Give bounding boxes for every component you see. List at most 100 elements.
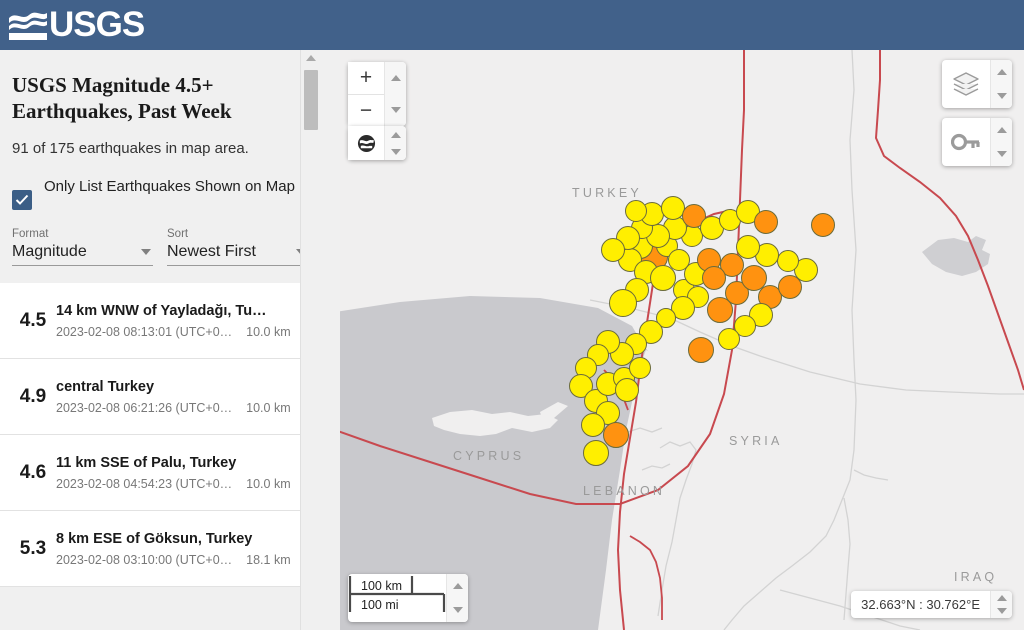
earthquake-details: 14 km WNW of Yayladağı, Tu… 2023-02-08 08…	[56, 303, 310, 339]
sort-format-controls: Format Magnitude Sort Newest First	[0, 210, 320, 266]
app-header: USGS	[0, 0, 1024, 50]
earthquake-meta: 2023-02-08 08:13:01 (UTC+0… 10.0 km	[56, 325, 310, 339]
earthquake-magnitude: 4.5	[19, 309, 47, 331]
earthquake-magnitude: 4.6	[19, 461, 47, 483]
earthquake-marker[interactable]	[650, 265, 676, 291]
earthquake-details: 11 km SSE of Palu, Turkey 2023-02-08 04:5…	[56, 455, 310, 491]
globe-control-spinner[interactable]	[384, 126, 406, 160]
earthquake-time: 2023-02-08 04:54:23 (UTC+0…	[56, 476, 233, 491]
globe-button[interactable]	[348, 126, 384, 160]
legend-key-control-spinner[interactable]	[990, 118, 1012, 166]
earthquake-depth: 10.0 km	[246, 476, 291, 491]
globe-icon	[357, 134, 375, 152]
earthquake-marker[interactable]	[615, 378, 639, 402]
sidebar-panel: USGS Magnitude 4.5+ Earthquakes, Past We…	[0, 50, 340, 630]
format-select-group[interactable]: Format Magnitude	[12, 228, 153, 266]
scale-km-label: 100 km	[361, 579, 402, 593]
triangle-down-icon[interactable]	[452, 607, 463, 613]
layers-icon	[953, 72, 979, 96]
zoom-in-button[interactable]: +	[348, 62, 384, 94]
earthquake-details: central Turkey 2023-02-08 06:21:26 (UTC+0…	[56, 379, 310, 415]
coordinates-readout[interactable]: 32.663°N : 30.762°E	[851, 591, 1012, 618]
format-select-value: Magnitude	[12, 243, 87, 260]
earthquake-list[interactable]: 4.5 14 km WNW of Yayladağı, Tu… 2023-02-08…	[0, 283, 320, 587]
triangle-up-icon[interactable]	[996, 127, 1007, 133]
earthquake-count-text: 91 of 175 earthquakes in map area.	[12, 140, 249, 157]
earthquake-marker[interactable]	[702, 266, 726, 290]
checkmark-icon	[15, 194, 29, 205]
chevron-down-icon	[141, 249, 151, 255]
earthquake-depth: 18.1 km	[246, 552, 291, 567]
earthquake-time: 2023-02-08 08:13:01 (UTC+0…	[56, 324, 233, 339]
earthquake-marker[interactable]	[609, 289, 637, 317]
legend-key-control[interactable]	[942, 118, 1012, 166]
only-list-shown-checkbox[interactable]	[12, 190, 32, 210]
sidebar-scrollbar[interactable]	[300, 50, 320, 630]
zoom-out-button[interactable]: −	[348, 94, 384, 126]
scale-bar-spinner[interactable]	[446, 574, 468, 622]
usgs-wave-logo-icon	[9, 12, 47, 40]
triangle-down-icon[interactable]	[390, 107, 401, 113]
layers-control-spinner[interactable]	[990, 60, 1012, 108]
format-select-control[interactable]: Magnitude	[12, 243, 153, 266]
map-canvas[interactable]: TURKEY CYPRUS LEBANON SYRIA IRAQ + − 100…	[340, 50, 1024, 630]
earthquake-place: 11 km SSE of Palu, Turkey	[56, 454, 237, 471]
list-item[interactable]: 4.6 11 km SSE of Palu, Turkey 2023-02-08 0…	[0, 435, 320, 511]
sort-select-value: Newest First	[167, 243, 256, 260]
earthquake-marker[interactable]	[754, 210, 778, 234]
earthquake-place: 14 km WNW of Yayladağı, Tu…	[56, 302, 267, 319]
usgs-wordmark: USGS	[49, 5, 145, 44]
list-item[interactable]: 4.5 14 km WNW of Yayladağı, Tu… 2023-02-08…	[0, 283, 320, 359]
earthquake-marker[interactable]	[581, 413, 605, 437]
earthquake-meta: 2023-02-08 06:21:26 (UTC+0… 10.0 km	[56, 401, 310, 415]
layers-control[interactable]	[942, 60, 1012, 108]
zoom-control-spinner[interactable]	[384, 62, 406, 126]
earthquake-marker[interactable]	[603, 422, 629, 448]
triangle-up-icon[interactable]	[390, 131, 401, 138]
page-title: USGS Magnitude 4.5+ Earthquakes, Past We…	[12, 73, 232, 123]
earthquake-marker[interactable]	[583, 440, 609, 466]
sidebar-scrollbar-thumb[interactable]	[304, 70, 318, 130]
earthquake-marker[interactable]	[777, 250, 799, 272]
scale-bar-control[interactable]: 100 km 100 mi	[348, 574, 468, 622]
earthquake-marker[interactable]	[601, 238, 625, 262]
triangle-up-icon[interactable]	[390, 75, 401, 81]
scale-mi-label: 100 mi	[361, 598, 399, 612]
earthquake-meta: 2023-02-08 03:10:00 (UTC+0… 18.1 km	[56, 553, 310, 567]
coordinates-text: 32.663°N : 30.762°E	[861, 597, 980, 612]
usgs-logo[interactable]: USGS	[0, 5, 145, 44]
triangle-down-icon[interactable]	[996, 151, 1007, 157]
list-item[interactable]: 4.9 central Turkey 2023-02-08 06:21:26 (UT…	[0, 359, 320, 435]
earthquake-depth: 10.0 km	[246, 400, 291, 415]
triangle-up-icon[interactable]	[996, 594, 1007, 601]
earthquake-time: 2023-02-08 06:21:26 (UTC+0…	[56, 400, 233, 415]
earthquake-marker[interactable]	[625, 200, 647, 222]
earthquake-marker[interactable]	[811, 213, 835, 237]
earthquake-marker[interactable]	[688, 337, 714, 363]
earthquake-magnitude: 4.9	[19, 385, 47, 407]
earthquake-marker[interactable]	[718, 328, 740, 350]
earthquake-marker[interactable]	[629, 357, 651, 379]
triangle-down-icon[interactable]	[996, 93, 1007, 99]
triangle-down-icon[interactable]	[996, 608, 1007, 615]
triangle-up-icon[interactable]	[452, 583, 463, 589]
legend-key-button[interactable]	[942, 118, 990, 166]
zoom-control[interactable]: + −	[348, 62, 406, 126]
key-icon	[951, 133, 980, 151]
triangle-up-icon[interactable]	[996, 69, 1007, 75]
triangle-down-icon[interactable]	[390, 148, 401, 155]
earthquake-details: 8 km ESE of Göksun, Turkey 2023-02-08 03:…	[56, 531, 310, 567]
sort-select-caption: Sort	[167, 228, 189, 240]
triangle-up-icon[interactable]	[306, 55, 316, 61]
only-list-shown-checkbox-row[interactable]: Only List Earthquakes Shown on Map	[0, 157, 320, 210]
earthquake-place: central Turkey	[56, 378, 155, 395]
usgs-earthquake-map-app: USGS USGS Magnitude 4.5+ Earthquakes, Pa…	[0, 0, 1024, 630]
sort-select-group[interactable]: Sort Newest First	[167, 228, 308, 266]
earthquake-magnitude: 5.3	[19, 537, 47, 559]
sort-select-control[interactable]: Newest First	[167, 243, 308, 266]
basemap-globe-control[interactable]	[348, 126, 406, 160]
list-item[interactable]: 5.3 8 km ESE of Göksun, Turkey 2023-02-08 …	[0, 511, 320, 587]
coordinates-spinner[interactable]	[990, 591, 1012, 618]
layers-button[interactable]	[942, 60, 990, 108]
map-basemap	[340, 50, 1024, 630]
